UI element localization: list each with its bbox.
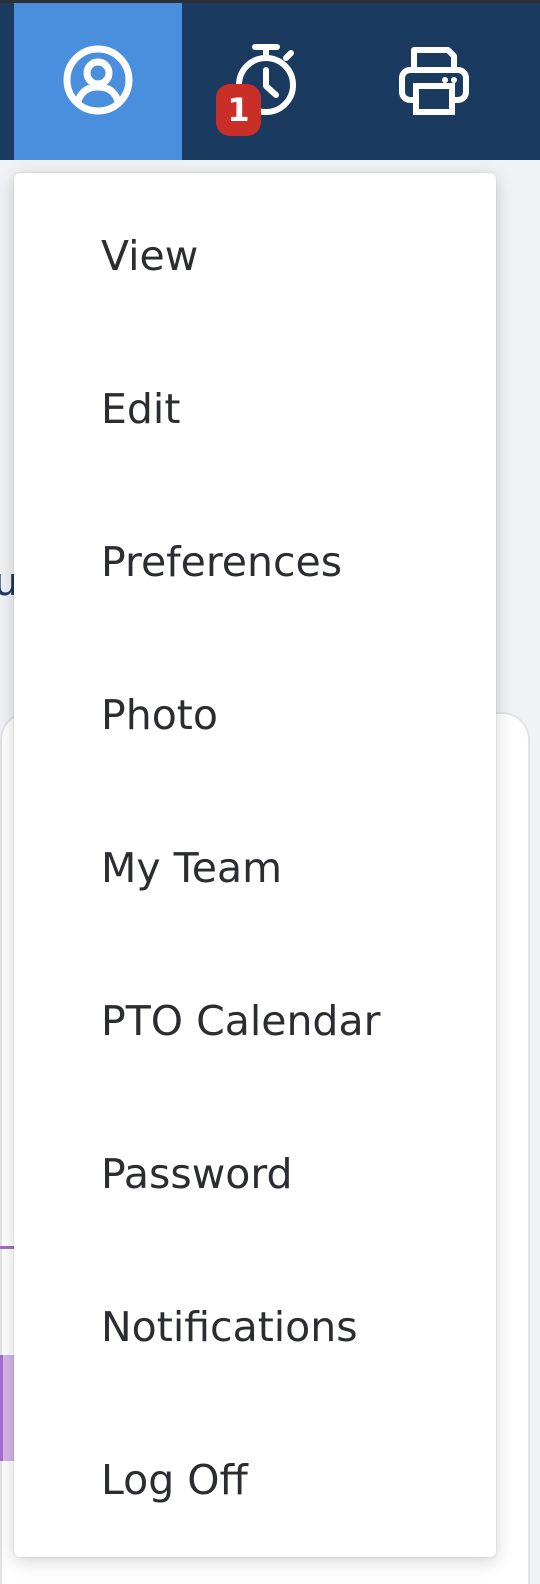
menu-item-my-team[interactable]: My Team xyxy=(14,791,496,944)
menu-item-label: Password xyxy=(101,1149,293,1198)
menu-item-label: Photo xyxy=(101,690,218,739)
menu-item-label: Edit xyxy=(101,384,181,433)
printer-icon xyxy=(398,44,470,120)
menu-item-label: Preferences xyxy=(101,537,343,586)
menu-item-view[interactable]: View xyxy=(14,179,496,332)
menu-item-label: My Team xyxy=(101,843,283,892)
menu-item-notifications[interactable]: Notifications xyxy=(14,1250,496,1403)
menu-item-pto-calendar[interactable]: PTO Calendar xyxy=(14,944,496,1097)
menu-item-log-off[interactable]: Log Off xyxy=(14,1403,496,1556)
menu-item-label: View xyxy=(101,231,199,280)
menu-item-label: Log Off xyxy=(101,1455,248,1504)
menu-item-password[interactable]: Password xyxy=(14,1097,496,1250)
timer-button[interactable] xyxy=(182,3,350,160)
print-button[interactable] xyxy=(350,3,518,160)
user-menu-button[interactable] xyxy=(14,3,182,160)
top-bar: 1 xyxy=(0,0,540,160)
menu-item-photo[interactable]: Photo xyxy=(14,638,496,791)
menu-item-label: Notifications xyxy=(101,1302,358,1351)
notification-count-badge: 1 xyxy=(216,84,261,136)
menu-item-preferences[interactable]: Preferences xyxy=(14,485,496,638)
page: u 1 View Edit Preferences Photo My Team … xyxy=(0,0,540,1584)
menu-item-label: PTO Calendar xyxy=(101,996,381,1045)
user-dropdown-menu: View Edit Preferences Photo My Team PTO … xyxy=(14,173,496,1557)
menu-item-edit[interactable]: Edit xyxy=(14,332,496,485)
user-circle-icon xyxy=(62,44,134,120)
